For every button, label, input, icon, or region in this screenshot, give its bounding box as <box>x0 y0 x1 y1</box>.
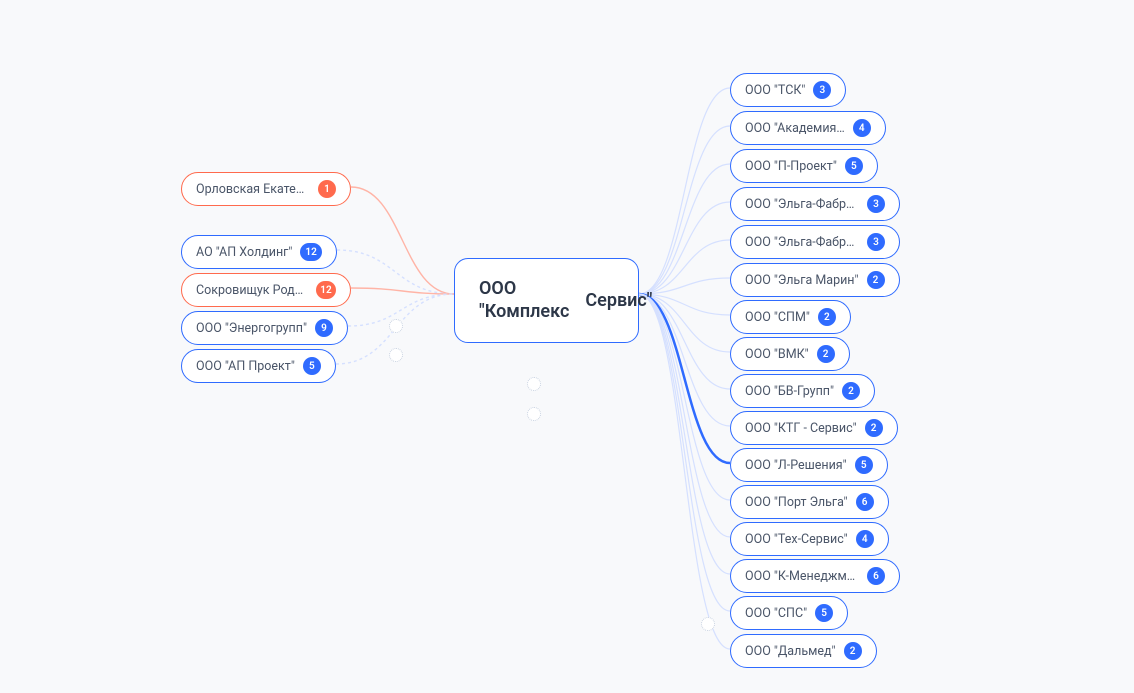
node-badge: 6 <box>867 567 885 585</box>
right-node[interactable]: ООО "Дальмед" 2 <box>730 634 877 668</box>
node-badge: 2 <box>844 642 862 660</box>
node-badge: 2 <box>817 345 835 363</box>
node-label: ООО "К-Менеджмент" <box>745 569 859 584</box>
right-node[interactable]: ООО "Эльга-Фабрики 2" 3 <box>730 187 900 221</box>
node-label: ООО "СПС" <box>745 606 807 621</box>
node-label: ООО "Эльга Марин" <box>745 273 859 288</box>
edges-layer <box>0 0 1134 693</box>
node-label: ООО "Порт Эльга" <box>745 495 848 510</box>
node-badge: 5 <box>303 357 321 375</box>
node-label: Сокровищук Родион… <box>196 283 308 298</box>
node-label: ООО "АП Проект" <box>196 359 295 374</box>
node-badge: 5 <box>845 157 863 175</box>
right-node[interactable]: ООО "Эльга Марин" 2 <box>730 263 900 297</box>
right-node[interactable]: ООО "Порт Эльга" 6 <box>730 485 889 519</box>
path-junction-icon <box>389 319 403 333</box>
node-badge: 5 <box>815 604 833 622</box>
node-label: ООО "Л-Решения" <box>745 458 847 473</box>
right-node[interactable]: ООО "Эльга-Фабрики 3" 3 <box>730 225 900 259</box>
node-label: ООО "Эльга-Фабрики 2" <box>745 197 859 212</box>
node-badge: 1 <box>318 180 336 198</box>
node-label: ООО "Академия… <box>745 121 845 136</box>
left-node[interactable]: Орловская Екатерина… 1 <box>181 172 351 206</box>
right-node[interactable]: ООО "Академия… 4 <box>730 111 886 145</box>
path-junction-icon <box>701 617 715 631</box>
center-label-line1: ООО "Комплекс <box>479 277 569 324</box>
path-junction-icon <box>389 348 403 362</box>
node-badge: 2 <box>818 308 836 326</box>
node-badge: 3 <box>867 195 885 213</box>
node-badge: 9 <box>315 319 333 337</box>
node-badge: 3 <box>813 81 831 99</box>
node-label: АО "АП Холдинг" <box>196 245 292 260</box>
right-node[interactable]: ООО "К-Менеджмент" 6 <box>730 559 900 593</box>
path-junction-icon <box>527 407 541 421</box>
right-node[interactable]: ООО "СПС" 5 <box>730 596 848 630</box>
node-label: ООО "Тех-Сервис" <box>745 532 848 547</box>
node-badge: 6 <box>856 493 874 511</box>
right-node[interactable]: ООО "КТГ - Сервис" 2 <box>730 411 898 445</box>
node-label: ООО "Энергогрупп" <box>196 321 307 336</box>
node-badge: 5 <box>855 456 873 474</box>
left-node[interactable]: Сокровищук Родион… 12 <box>181 273 351 307</box>
node-badge: 2 <box>867 271 885 289</box>
node-label: ООО "Дальмед" <box>745 644 836 659</box>
node-badge: 2 <box>865 419 883 437</box>
node-label: ООО "СПМ" <box>745 310 810 325</box>
node-label: ООО "П-Проект" <box>745 159 837 174</box>
center-node[interactable]: ООО "КомплексСервис" <box>454 258 639 343</box>
center-label-line2: Сервис" <box>585 289 652 312</box>
right-node[interactable]: ООО "Тех-Сервис" 4 <box>730 522 889 556</box>
node-badge: 12 <box>316 281 336 299</box>
node-label: ООО "КТГ - Сервис" <box>745 421 857 436</box>
node-badge: 4 <box>856 530 874 548</box>
node-badge: 2 <box>842 382 860 400</box>
left-node[interactable]: ООО "Энергогрупп" 9 <box>181 311 348 345</box>
node-label: ООО "БВ-Групп" <box>745 384 834 399</box>
left-node[interactable]: АО "АП Холдинг" 12 <box>181 235 337 269</box>
node-badge: 3 <box>867 233 885 251</box>
right-node[interactable]: ООО "Л-Решения" 5 <box>730 448 888 482</box>
node-badge: 12 <box>300 243 321 261</box>
left-node[interactable]: ООО "АП Проект" 5 <box>181 349 336 383</box>
node-label: ООО "Эльга-Фабрики 3" <box>745 235 859 250</box>
right-node[interactable]: ООО "БВ-Групп" 2 <box>730 374 875 408</box>
diagram-canvas[interactable]: ООО "КомплексСервис" Орловская Екатерина… <box>0 0 1134 693</box>
right-node[interactable]: ООО "СПМ" 2 <box>730 300 851 334</box>
node-label: ООО "ВМК" <box>745 347 809 362</box>
right-node[interactable]: ООО "ТСК" 3 <box>730 73 846 107</box>
node-label: Орловская Екатерина… <box>196 182 310 197</box>
right-node[interactable]: ООО "П-Проект" 5 <box>730 149 878 183</box>
path-junction-icon <box>527 377 541 391</box>
right-node[interactable]: ООО "ВМК" 2 <box>730 337 850 371</box>
node-badge: 4 <box>853 119 871 137</box>
node-label: ООО "ТСК" <box>745 83 805 98</box>
